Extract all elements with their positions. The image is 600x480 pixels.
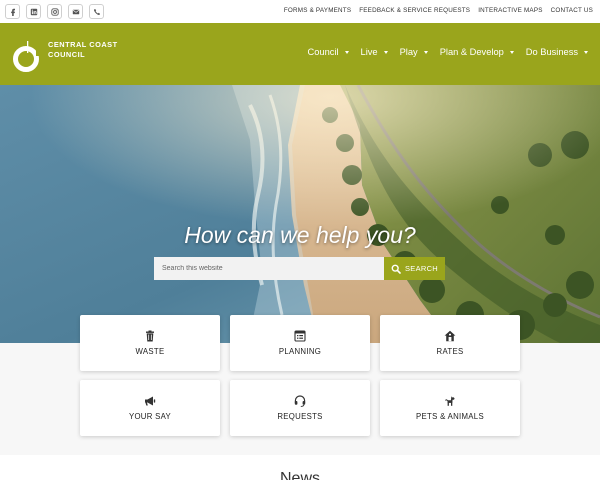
nav-council-label: Council [307,47,339,57]
tile-requests[interactable]: REQUESTS [230,380,370,436]
linkedin-link[interactable] [26,4,41,19]
chevron-down-icon [383,50,388,54]
tile-planning-label: PLANNING [278,347,322,356]
search-icon [391,264,401,274]
nav-plan-develop[interactable]: Plan & Develop [440,47,514,57]
instagram-icon [50,7,59,16]
chevron-down-icon [423,50,428,54]
planning-icon [294,330,306,342]
tile-pets-animals[interactable]: PETS & ANIMALS [380,380,520,436]
tile-waste[interactable]: WASTE [80,315,220,371]
news-heading: News [279,470,320,480]
facebook-icon [10,8,15,16]
hero-title: How can we help you? [184,222,416,248]
trash-icon [146,330,154,342]
site-header: CENTRAL COAST COUNCIL Council Live Play … [0,23,600,85]
main-nav: Council Live Play Plan & Develop Do Busi… [308,47,588,57]
chevron-down-icon [509,50,514,54]
utility-links: FORMS & PAYMENTS FEEDBACK & SERVICE REQU… [284,7,593,14]
tile-rates[interactable]: RATES [380,315,520,371]
facebook-link[interactable] [5,4,20,19]
linkedin-icon [30,8,37,15]
forms-payments-link[interactable]: FORMS & PAYMENTS [284,7,351,14]
search-button-label: SEARCH [404,264,439,273]
logo-line-1: CENTRAL COAST [48,40,118,49]
hero-aerial-beach-image [0,85,600,343]
contact-us-link[interactable]: CONTACT US [551,7,593,14]
tile-your-say-label: YOUR SAY [128,412,172,421]
nav-play[interactable]: Play [400,47,428,57]
tile-your-say[interactable]: YOUR SAY [80,380,220,436]
tile-waste-label: WASTE [135,347,165,356]
logo-line-2: COUNCIL [48,50,86,59]
nav-plan-develop-label: Plan & Develop [439,47,504,57]
logo-text: CENTRAL COAST COUNCIL [48,40,118,60]
megaphone-icon [145,396,156,406]
tile-rates-label: RATES [436,347,464,356]
search-button[interactable]: SEARCH [384,257,445,280]
instagram-link[interactable] [47,4,62,19]
nav-do-business[interactable]: Do Business [526,47,588,57]
chevron-down-icon [344,50,349,54]
hero-banner: How can we help you? SEARCH [0,85,600,343]
council-logo[interactable]: CENTRAL COAST COUNCIL [12,33,118,75]
nav-live-label: Live [360,47,378,57]
nav-council[interactable]: Council [308,47,349,57]
tile-pets-animals-label: PETS & ANIMALS [416,412,484,421]
tile-requests-label: REQUESTS [277,412,323,421]
dog-icon [445,396,455,406]
interactive-maps-link[interactable]: INTERACTIVE MAPS [478,7,542,14]
house-icon [444,330,456,342]
headset-icon [294,395,306,407]
email-icon [72,9,79,14]
phone-icon [93,8,100,15]
social-links [5,4,104,19]
tile-planning[interactable]: PLANNING [230,315,370,371]
feedback-link[interactable]: FEEDBACK & SERVICE REQUESTS [359,7,470,14]
search-input[interactable] [154,257,384,280]
site-search: SEARCH [154,257,445,280]
chevron-down-icon [584,50,588,54]
nav-do-business-label: Do Business [525,47,578,57]
utility-bar: FORMS & PAYMENTS FEEDBACK & SERVICE REQU… [0,0,600,23]
phone-link[interactable] [89,4,104,19]
nav-live[interactable]: Live [361,47,388,57]
email-link[interactable] [68,4,83,19]
nav-play-label: Play [399,47,418,57]
logo-mark-icon [13,41,42,72]
